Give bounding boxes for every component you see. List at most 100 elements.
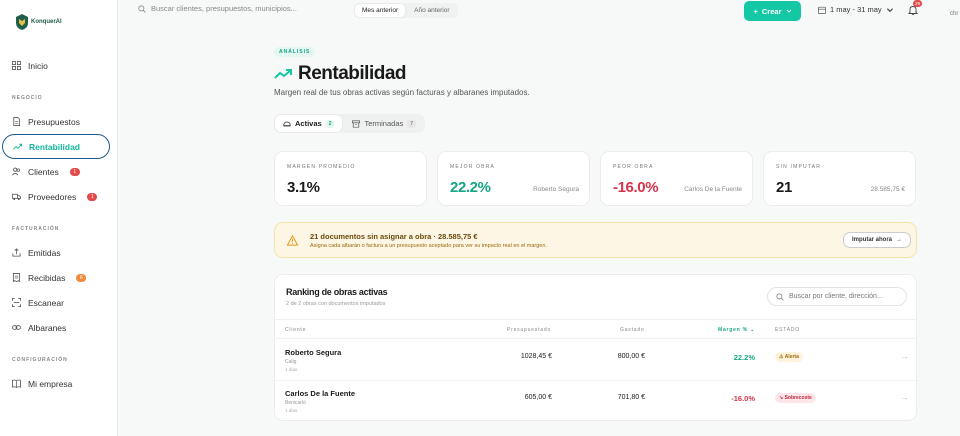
stat-card-value: -16.0% xyxy=(613,179,659,196)
create-button[interactable]: + Crear xyxy=(744,1,801,21)
stat-card-mejor-obra: MEJOR OBRA 22.2% Roberto Segura xyxy=(437,151,590,206)
brand-logo[interactable]: KonquerAI xyxy=(16,14,62,30)
user-menu[interactable]: chr xyxy=(950,11,958,17)
row-spent: 701,80 € xyxy=(617,394,645,401)
alert-title: 21 documentos sin asignar a obra · 28.58… xyxy=(310,232,478,241)
row-arrow-icon: → xyxy=(901,393,909,402)
sidebar-item-escanear[interactable]: Escanear xyxy=(2,290,110,315)
calendar-icon xyxy=(818,6,826,14)
period-toggle: Mes anterior Año anterior xyxy=(354,3,458,18)
column-header-margin-label: Margen % xyxy=(718,327,749,333)
tab-activas[interactable]: Activas 2 xyxy=(275,115,343,132)
sidebar-item-label: Escanear xyxy=(28,297,64,308)
table-row[interactable]: Roberto Segura Calig 1 días 1028,45 € 80… xyxy=(275,340,916,380)
button-label: Imputar ahora xyxy=(851,237,892,243)
sidebar-item-label: Proveedores xyxy=(28,191,77,202)
search-placeholder: Buscar clientes, presupuestos, municipio… xyxy=(151,4,297,13)
arrow-right-icon: → xyxy=(896,237,902,243)
ranking-title: Ranking de obras activas xyxy=(286,287,388,297)
period-option-ano-anterior[interactable]: Año anterior xyxy=(407,4,456,17)
sidebar-item-label: Recibidas xyxy=(28,272,66,283)
stat-card-peor-obra: PEOR OBRA -16.0% Carlos De la Fuente xyxy=(600,151,753,206)
proveedores-count-badge: 1 xyxy=(87,192,98,201)
stat-card-sub: Roberto Segura xyxy=(533,186,579,193)
truck-icon xyxy=(12,193,21,201)
sidebar-item-label: Mi empresa xyxy=(28,378,73,389)
row-margin: -16.0% xyxy=(731,394,755,403)
sidebar-item-label: Inicio xyxy=(28,60,48,71)
imputar-ahora-button[interactable]: Imputar ahora → xyxy=(843,232,911,248)
hard-hat-icon xyxy=(283,121,291,126)
sort-desc-icon: ⌄ xyxy=(750,327,756,333)
column-header-status: ESTADO xyxy=(775,327,800,333)
stat-card-label: PEOR OBRA xyxy=(613,164,654,170)
sidebar-item-proveedores[interactable]: Proveedores 1 xyxy=(2,184,110,209)
stat-card-label: MARGEN PROMEDIO xyxy=(287,164,356,170)
sidebar-item-albaranes[interactable]: Albaranes xyxy=(2,315,110,340)
tab-count-badge: 2 xyxy=(325,119,335,128)
column-header-spent[interactable]: Gastado xyxy=(620,327,645,333)
sidebar-item-recibidas[interactable]: Recibidas 6 xyxy=(2,265,110,290)
row-days: 1 días xyxy=(285,367,298,372)
sidebar-item-rentabilidad[interactable]: Rentabilidad xyxy=(2,134,110,159)
stat-card-sub: Carlos De la Fuente xyxy=(684,186,742,193)
tab-count-badge: 7 xyxy=(407,119,417,128)
ranking-search-input[interactable]: Buscar por cliente, dirección... xyxy=(767,287,907,306)
table-row[interactable]: Carlos De la Fuente Benicarló 1 días 605… xyxy=(275,380,916,420)
column-header-margin[interactable]: Margen % ⌄ xyxy=(718,327,755,333)
row-location: Calig xyxy=(285,359,297,365)
plus-icon: + xyxy=(753,6,758,16)
stat-card-value: 22.2% xyxy=(450,179,491,196)
stat-card-value: 21 xyxy=(776,179,792,196)
search-icon xyxy=(776,292,784,301)
upload-icon xyxy=(12,248,21,257)
alert-description: Asigna cada albarán o factura a un presu… xyxy=(310,243,547,249)
sidebar-item-clientes[interactable]: Clientes 1 xyxy=(2,159,110,184)
archive-icon xyxy=(352,119,361,128)
scan-icon xyxy=(12,298,21,307)
sidebar-item-emitidas[interactable]: Emitidas xyxy=(2,240,110,265)
sidebar-item-label: Rentabilidad xyxy=(29,141,81,152)
row-location: Benicarló xyxy=(285,400,306,406)
obras-tabs: Activas 2 Terminadas 7 xyxy=(274,114,426,133)
page-title-text: Rentabilidad xyxy=(298,63,407,84)
section-label-facturacion: FACTURACIÓN xyxy=(12,226,60,232)
brand-name: KonquerAI xyxy=(31,19,62,25)
stat-card-label: MEJOR OBRA xyxy=(450,164,496,170)
column-header-budgeted[interactable]: Presupuestado xyxy=(507,327,551,333)
ranking-table-card: Ranking de obras activas 2 de 2 obras co… xyxy=(274,274,917,421)
column-header-client[interactable]: Cliente xyxy=(285,327,306,333)
sidebar-item-mi-empresa[interactable]: Mi empresa xyxy=(2,371,110,396)
sidebar-item-presupuestos[interactable]: Presupuestos xyxy=(2,109,110,134)
row-margin: 22.2% xyxy=(733,353,755,362)
stat-card-margen-promedio: MARGEN PROMEDIO 3.1% xyxy=(274,151,427,206)
period-option-mes-anterior[interactable]: Mes anterior xyxy=(355,4,406,17)
clientes-count-badge: 1 xyxy=(69,167,80,176)
sidebar-item-label: Albaranes xyxy=(28,322,67,333)
row-spent: 800,00 € xyxy=(617,353,645,360)
chevron-down-icon xyxy=(786,9,791,13)
stat-card-sub: 28.585,75 € xyxy=(870,186,905,193)
book-icon xyxy=(12,379,21,388)
recibidas-count-badge: 6 xyxy=(76,273,87,282)
section-label-negocio: NEGOCIO xyxy=(12,95,43,101)
search-placeholder: Buscar por cliente, dirección... xyxy=(789,293,883,300)
global-search-input[interactable]: Buscar clientes, presupuestos, municipio… xyxy=(138,4,297,13)
row-budgeted: 1028,45 € xyxy=(520,353,552,360)
receipt-icon xyxy=(12,273,21,282)
row-client-name: Carlos De la Fuente xyxy=(285,389,356,398)
date-range-label: 1 may - 31 may xyxy=(830,5,882,14)
date-range-picker[interactable]: 1 may - 31 may xyxy=(818,5,894,14)
tab-label: Activas xyxy=(295,119,322,128)
sidebar-item-inicio[interactable]: Inicio xyxy=(2,53,110,78)
tab-terminadas[interactable]: Terminadas 7 xyxy=(344,115,424,132)
ranking-subtitle: 2 de 2 obras con documentos imputados xyxy=(286,301,386,307)
status-label: Sobrecoste xyxy=(784,395,812,401)
search-icon xyxy=(138,4,146,13)
page-subtitle: Margen real de tus obras activas según f… xyxy=(274,88,530,97)
top-bar: Buscar clientes, presupuestos, municipio… xyxy=(118,0,960,22)
notifications-count-badge: 29 xyxy=(913,0,923,7)
page-title: Rentabilidad xyxy=(274,63,407,85)
trending-up-icon xyxy=(13,143,22,150)
grid-icon xyxy=(12,61,21,70)
